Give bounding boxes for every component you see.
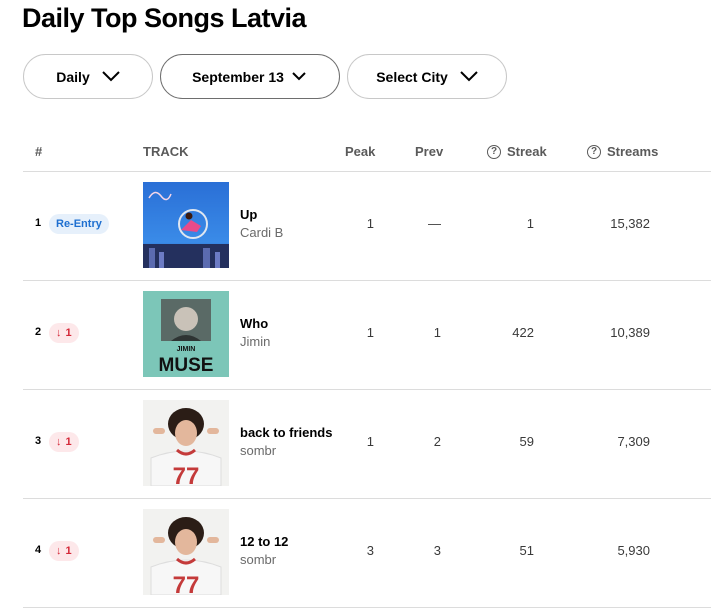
peak-value: 1 [366,434,374,449]
track-artist[interactable]: Cardi B [240,225,283,240]
header-peak: Peak [345,144,376,159]
table-row[interactable]: 3 ↓ 1 77 back to friends sombr 1 2 59 7,… [0,389,711,498]
table-row[interactable]: 2 ↓ 1 JIMIN MUSE Who Jimin 1 1 422 10,38… [0,280,711,389]
divider [23,607,711,608]
prev-value: 2 [433,434,441,449]
city-dropdown-label: Select City [376,68,448,85]
streak-value: 1 [526,216,534,231]
streams-value: 5,930 [617,543,650,558]
album-art-who: JIMIN MUSE [143,291,229,377]
track-title[interactable]: Up [240,207,257,222]
peak-value: 1 [366,216,374,231]
rank-change-value: 1 [65,436,72,448]
arrow-down-icon: ↓ [56,327,62,339]
prev-value: 1 [433,325,441,340]
rank-change-badge: ↓ 1 [49,432,79,452]
header-streak: ? Streak [487,144,547,159]
table-row[interactable]: 1 Re-Entry Up Cardi B 1 — 1 15,382 [0,171,711,280]
row-rank: 2 [35,326,42,338]
album-art-back-to-friends: 77 [143,400,229,486]
reentry-badge: Re-Entry [49,214,109,234]
prev-value: 3 [433,543,441,558]
chevron-down-icon [102,71,120,82]
track-artist[interactable]: Jimin [240,334,270,349]
cover-text-small: JIMIN [177,346,196,353]
streams-value: 7,309 [617,434,650,449]
streams-value: 15,382 [610,216,650,231]
jersey-number: 77 [173,463,200,486]
cover-text-large: MUSE [159,355,214,376]
album-cover[interactable]: JIMIN MUSE [143,291,229,377]
page-title: Daily Top Songs Latvia [22,3,307,33]
row-rank: 3 [35,435,42,447]
date-dropdown[interactable]: September 13 [160,54,340,99]
period-dropdown[interactable]: Daily [23,54,153,99]
peak-value: 1 [366,325,374,340]
row-rank: 1 [35,217,42,229]
info-circle-icon[interactable]: ? [587,144,601,159]
info-circle-icon[interactable]: ? [487,144,501,159]
header-rank: # [35,144,43,159]
header-prev: Prev [415,144,444,159]
album-art-12-to-12: 77 [143,509,229,595]
jersey-number: 77 [173,572,200,595]
date-dropdown-label: September 13 [192,68,284,85]
track-artist[interactable]: sombr [240,552,276,567]
header-streams: ? Streams [587,144,658,159]
header-streams-label: Streams [607,144,659,159]
city-dropdown[interactable]: Select City [347,54,507,99]
streak-value: 422 [512,325,534,340]
rank-change-badge: ↓ 1 [49,541,79,561]
period-dropdown-label: Daily [56,68,90,85]
peak-value: 3 [366,543,374,558]
streams-value: 10,389 [610,325,650,340]
table-header: # TRACK Peak Prev ? Streak ? Streams [0,133,711,171]
album-cover[interactable] [143,182,229,268]
rank-change-value: 1 [65,545,72,557]
track-title[interactable]: 12 to 12 [240,534,288,549]
streak-value: 59 [519,434,534,449]
rank-change-badge: ↓ 1 [49,323,79,343]
track-artist[interactable]: sombr [240,443,276,458]
track-title[interactable]: Who [240,316,268,331]
chevron-down-icon [292,72,306,81]
rank-change-value: 1 [65,327,72,339]
header-streak-label: Streak [507,144,547,159]
chevron-down-icon [460,71,478,82]
prev-value: — [428,216,441,231]
album-cover[interactable]: 77 [143,400,229,486]
arrow-down-icon: ↓ [56,545,62,557]
header-track: TRACK [143,144,189,159]
arrow-down-icon: ↓ [56,436,62,448]
table-row[interactable]: 4 ↓ 1 77 12 to 12 sombr 3 3 51 5,930 [0,498,711,607]
row-rank: 4 [35,544,42,556]
track-title[interactable]: back to friends [240,425,332,440]
album-cover[interactable]: 77 [143,509,229,595]
streak-value: 51 [519,543,534,558]
album-art-up [143,182,229,268]
